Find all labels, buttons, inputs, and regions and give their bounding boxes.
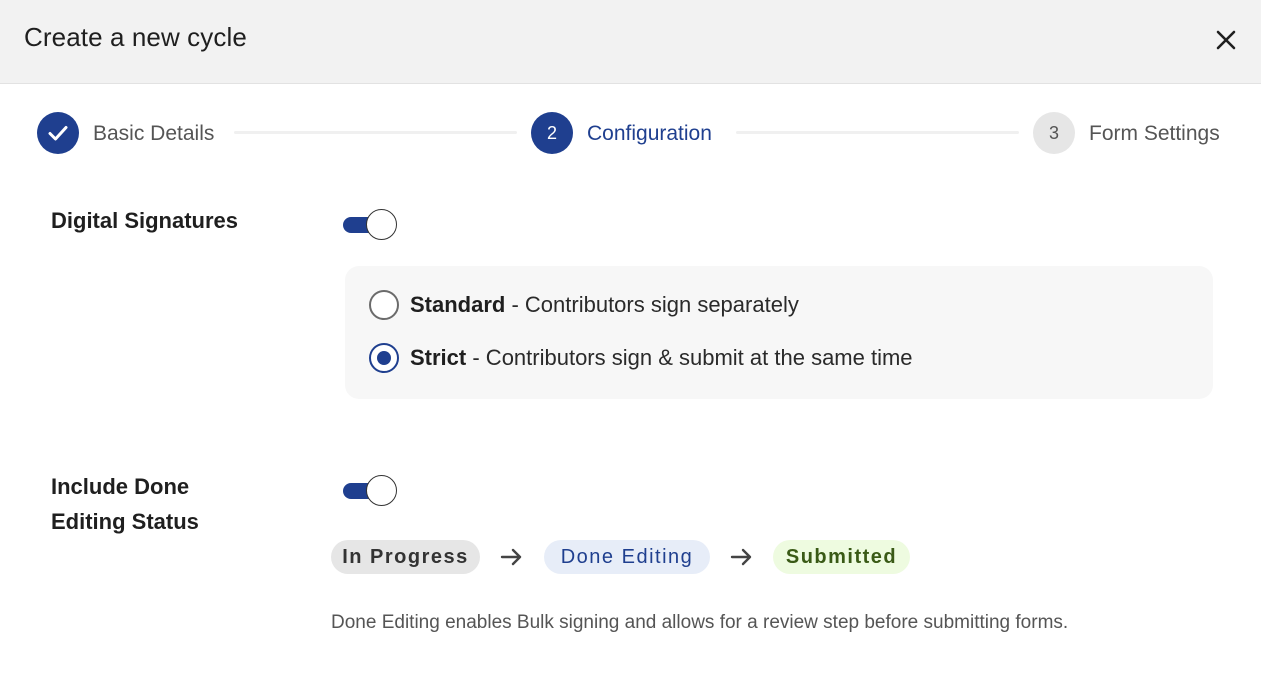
step-connector-1 — [234, 131, 517, 134]
step-1-label[interactable]: Basic Details — [93, 121, 214, 147]
dialog-title: Create a new cycle — [24, 22, 247, 52]
done-editing-help-text: Done Editing enables Bulk signing and al… — [331, 612, 1069, 633]
option-strict-text: Strict - Contributors sign & submit at t… — [410, 345, 913, 371]
option-standard[interactable]: Standard - Contributors sign separately — [369, 290, 799, 320]
step-2-label[interactable]: Configuration — [587, 121, 712, 147]
step-connector-2 — [736, 131, 1019, 134]
close-button[interactable] — [1208, 22, 1244, 58]
radio-standard[interactable] — [369, 290, 399, 320]
done-editing-label-line1: Include Done — [51, 474, 190, 499]
status-chip-in-progress: In Progress — [331, 540, 480, 574]
option-strict[interactable]: Strict - Contributors sign & submit at t… — [369, 343, 913, 373]
step-3-number: 3 — [1048, 122, 1059, 143]
checkmark-icon — [48, 126, 68, 141]
step-3-label[interactable]: Form Settings — [1089, 121, 1220, 147]
dialog-header: Create a new cycle — [0, 0, 1261, 84]
close-icon — [1216, 30, 1236, 50]
status-chip-submitted: Submitted — [773, 540, 910, 574]
step-2-number: 2 — [546, 122, 557, 143]
toggle-knob — [366, 475, 397, 506]
radio-strict[interactable] — [369, 343, 399, 373]
option-strict-description: - Contributors sign & submit at the same… — [466, 345, 913, 370]
signature-options-panel: Standard - Contributors sign separately … — [345, 266, 1213, 399]
done-editing-toggle[interactable] — [343, 475, 399, 507]
step-2-circle[interactable]: 2 — [531, 112, 573, 154]
option-standard-text: Standard - Contributors sign separately — [410, 292, 799, 318]
digital-signatures-toggle[interactable] — [343, 209, 399, 241]
arrow-right-icon — [729, 545, 755, 569]
option-strict-title: Strict — [410, 345, 467, 370]
option-standard-title: Standard — [410, 292, 506, 317]
status-chip-done-editing: Done Editing — [544, 540, 710, 574]
digital-signatures-label: Digital Signatures — [51, 208, 239, 233]
arrow-right-icon — [499, 545, 525, 569]
option-standard-description: - Contributors sign separately — [505, 292, 799, 317]
step-3-circle[interactable]: 3 — [1033, 112, 1075, 154]
step-1-circle[interactable] — [37, 112, 79, 154]
toggle-knob — [366, 209, 397, 240]
done-editing-label-line2: Editing Status — [51, 509, 199, 534]
